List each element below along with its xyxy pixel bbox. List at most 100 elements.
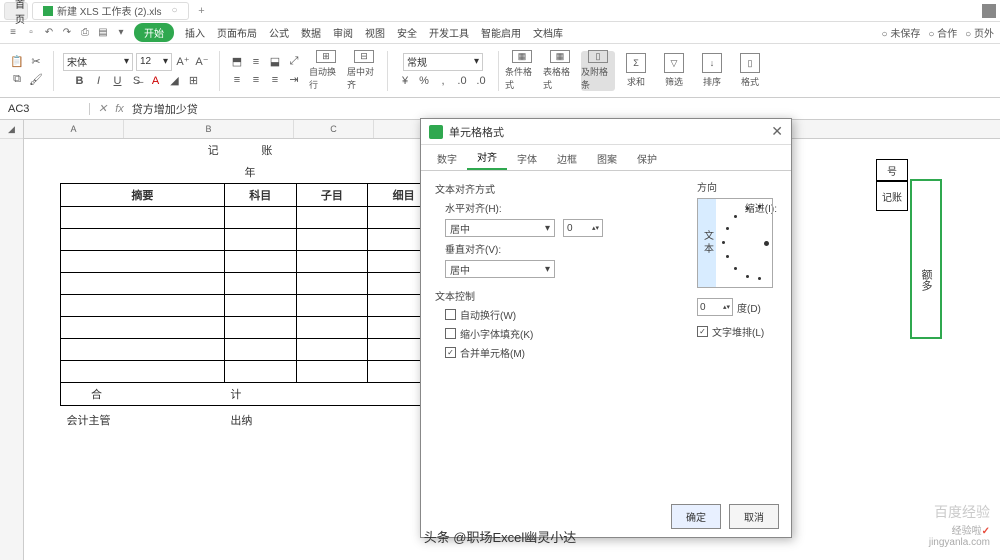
conditional-format-button[interactable]: ▦条件格式 xyxy=(505,51,539,91)
border-icon[interactable]: ⊞ xyxy=(186,73,202,89)
tab-border[interactable]: 边框 xyxy=(547,147,587,170)
side-cell[interactable]: 记账 xyxy=(876,181,908,211)
cut-icon[interactable]: ✂ xyxy=(28,54,44,70)
stack-checkbox[interactable]: ✓文字堆排(L) xyxy=(697,324,773,339)
menu-icon[interactable]: ≡ xyxy=(6,26,20,40)
align-top-icon[interactable]: ⬒ xyxy=(229,54,245,70)
print-icon[interactable]: ⎙ xyxy=(78,26,92,40)
number-format-select[interactable]: 常规▾ xyxy=(403,53,483,71)
cell-reference-input[interactable]: AC3 xyxy=(0,103,90,115)
watermark: 百度经验 经验啦✓ jingyanla.com xyxy=(929,502,990,548)
preview-icon[interactable]: ▤ xyxy=(96,26,110,40)
tab-number[interactable]: 数字 xyxy=(427,147,467,170)
ok-button[interactable]: 确定 xyxy=(671,504,721,529)
align-bottom-icon[interactable]: ⬓ xyxy=(267,54,283,70)
menu-smart[interactable]: 智能启用 xyxy=(476,25,526,40)
merge-checkbox[interactable]: ✓合并单元格(M) xyxy=(445,345,777,360)
menu-collab[interactable]: ○ 合作 xyxy=(928,25,957,40)
v-align-select[interactable]: 居中▾ xyxy=(445,260,555,278)
currency-icon[interactable]: ¥ xyxy=(397,73,413,89)
side-cell[interactable]: 号 xyxy=(876,159,908,181)
formula-input[interactable]: 贷方增加少贷 xyxy=(132,101,198,117)
add-tab-button[interactable]: + xyxy=(193,5,211,17)
degree-label: 度(D) xyxy=(737,300,761,315)
home-tab[interactable]: 首页 xyxy=(4,2,28,20)
menu-unsaved[interactable]: ○ 未保存 xyxy=(882,25,921,40)
close-icon[interactable]: ✕ xyxy=(771,123,783,140)
indent-spinner[interactable]: 0▴▾ xyxy=(563,219,603,237)
selected-cell[interactable] xyxy=(910,179,942,339)
comma-icon[interactable]: , xyxy=(435,73,451,89)
menu-view[interactable]: 视图 xyxy=(360,25,390,40)
menu-doclib[interactable]: 文档库 xyxy=(528,25,568,40)
dialog-titlebar[interactable]: 单元格格式 ✕ xyxy=(421,119,791,145)
format-painter-icon[interactable]: 🖌 xyxy=(28,72,44,88)
wrap-text-button[interactable]: ⊞自动换行 xyxy=(309,51,343,91)
menu-formula[interactable]: 公式 xyxy=(264,25,294,40)
more-icon[interactable]: ▾ xyxy=(114,26,128,40)
cell-style-button[interactable]: ▯及附格条 xyxy=(581,51,615,91)
tab-alignment[interactable]: 对齐 xyxy=(467,145,507,170)
menu-security[interactable]: 安全 xyxy=(392,25,422,40)
cancel-button[interactable]: 取消 xyxy=(729,504,779,529)
col-header[interactable]: C xyxy=(294,120,374,138)
bold-icon[interactable]: B xyxy=(72,73,88,89)
col-header[interactable]: A xyxy=(24,120,124,138)
sum-button[interactable]: Σ求和 xyxy=(619,51,653,91)
table-format-button[interactable]: ▦表格格式 xyxy=(543,51,577,91)
paste-icon[interactable]: 📋 xyxy=(9,54,25,70)
tab-pattern[interactable]: 图案 xyxy=(587,147,627,170)
menu-data[interactable]: 数据 xyxy=(296,25,326,40)
select-all[interactable]: ◢ xyxy=(0,120,23,139)
percent-icon[interactable]: % xyxy=(416,73,432,89)
save-icon[interactable]: ▫ xyxy=(24,26,38,40)
degree-spinner[interactable]: 0▴▾ xyxy=(697,298,733,316)
font-select[interactable]: 宋体▾ xyxy=(63,53,133,71)
undo-icon[interactable]: ↶ xyxy=(42,26,56,40)
font-color-icon[interactable]: A xyxy=(148,73,164,89)
redo-icon[interactable]: ↷ xyxy=(60,26,74,40)
tab-font[interactable]: 字体 xyxy=(507,147,547,170)
vertical-text-button[interactable]: 文本 xyxy=(698,199,716,287)
tab-close-icon[interactable]: ○ xyxy=(171,5,177,16)
orientation-arc[interactable] xyxy=(716,199,772,287)
menu-review[interactable]: 审阅 xyxy=(328,25,358,40)
format-button[interactable]: ▯格式 xyxy=(733,51,767,91)
align-middle-icon[interactable]: ≡ xyxy=(248,54,264,70)
align-center-icon[interactable]: ≡ xyxy=(248,72,264,88)
orientation-icon[interactable]: ⤢ xyxy=(286,54,302,70)
col-header[interactable]: B xyxy=(124,120,294,138)
menu-insert[interactable]: 插入 xyxy=(180,25,210,40)
menu-dev[interactable]: 开发工具 xyxy=(424,25,474,40)
increase-font-icon[interactable]: A⁺ xyxy=(175,54,191,70)
italic-icon[interactable]: I xyxy=(91,73,107,89)
align-left-icon[interactable]: ≡ xyxy=(229,72,245,88)
fill-color-icon[interactable]: ◢ xyxy=(167,73,183,89)
decimal-dec-icon[interactable]: .0 xyxy=(473,73,489,89)
sort-button[interactable]: ↓排序 xyxy=(695,51,729,91)
cell[interactable] xyxy=(61,207,225,229)
merge-center-button[interactable]: ⊟居中对齐 xyxy=(347,51,381,91)
orientation-preview[interactable]: 文本 xyxy=(697,198,773,288)
window-control-icon[interactable] xyxy=(982,4,996,18)
filter-button[interactable]: ▽筛选 xyxy=(657,51,691,91)
dialog-tabs: 数字 对齐 字体 边框 图案 保护 xyxy=(421,145,791,171)
font-size-select[interactable]: 12▾ xyxy=(136,53,172,71)
copy-icon[interactable]: ⧉ xyxy=(9,72,25,88)
menu-layout[interactable]: 页面布局 xyxy=(212,25,262,40)
fx-icon[interactable]: fx xyxy=(115,103,124,115)
underline-icon[interactable]: U xyxy=(110,73,126,89)
h-align-select[interactable]: 居中▾ xyxy=(445,219,555,237)
start-tab[interactable]: 开始 xyxy=(134,23,174,42)
indent-icon[interactable]: ⇥ xyxy=(286,72,302,88)
align-right-icon[interactable]: ≡ xyxy=(267,72,283,88)
tab-protect[interactable]: 保护 xyxy=(627,147,667,170)
decrease-font-icon[interactable]: A⁻ xyxy=(194,54,210,70)
cancel-fx-icon[interactable]: ✕ xyxy=(98,102,107,115)
menu-other[interactable]: ○ 页外 xyxy=(965,25,994,40)
document-tab[interactable]: 新建 XLS 工作表 (2).xls ○ xyxy=(32,2,189,20)
h-align-label: 水平对齐(H): xyxy=(445,200,502,215)
decimal-inc-icon[interactable]: .0 xyxy=(454,73,470,89)
strike-icon[interactable]: S̶ xyxy=(129,73,145,89)
chevron-down-icon: ▾ xyxy=(124,56,129,67)
